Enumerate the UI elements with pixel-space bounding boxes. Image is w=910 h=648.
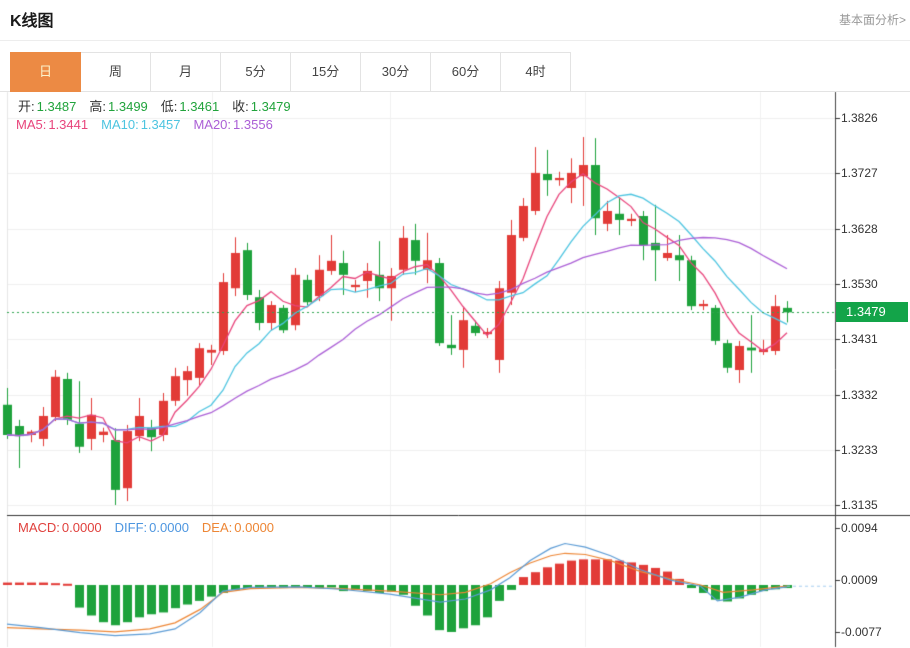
ohlc-legend-item: 收:1.3479 xyxy=(232,96,290,115)
ohlc-legend: 开:1.3487 高:1.3499 低:1.3461 收:1.3479 xyxy=(18,96,304,115)
price-tick-label: 1.3727 xyxy=(841,165,878,181)
last-price-value: 1.3479 xyxy=(846,304,886,319)
last-price-badge: 1.3479 xyxy=(836,302,908,322)
price-tick-label: 1.3530 xyxy=(841,276,878,292)
tab-15分[interactable]: 15分 xyxy=(291,52,361,92)
price-tick-label: 1.3628 xyxy=(841,221,878,237)
macd-legend-item: MACD:0.0000 xyxy=(18,520,102,535)
ohlc-legend-item: 高:1.3499 xyxy=(89,96,147,115)
macd-legend-item: DIFF:0.0000 xyxy=(115,520,189,535)
macd-tick-label: 0.0094 xyxy=(841,520,878,536)
ohlc-legend-item: 低:1.3461 xyxy=(161,96,219,115)
ma-legend-item: MA5:1.3441 xyxy=(16,117,88,132)
ma-legend-item: MA10:1.3457 xyxy=(101,117,180,132)
kline-page: K线图 基本面分析> 日周月5分15分30分60分4时 开:1.3487 高:1.… xyxy=(0,0,910,648)
tab-周[interactable]: 周 xyxy=(81,52,151,92)
price-tick-label: 1.3233 xyxy=(841,442,878,458)
ma-legend: MA5:1.3441 MA10:1.3457 MA20:1.3556 xyxy=(16,117,286,132)
period-tabbar: 日周月5分15分30分60分4时 xyxy=(10,52,571,92)
price-tick-label: 1.3332 xyxy=(841,387,878,403)
macd-legend: MACD:0.0000 DIFF:0.0000 DEA:0.0000 xyxy=(18,520,287,535)
tab-5分[interactable]: 5分 xyxy=(221,52,291,92)
price-tick-label: 1.3826 xyxy=(841,110,878,126)
fundamental-analysis-link[interactable]: 基本面分析> xyxy=(839,11,906,28)
price-tick-label: 1.3135 xyxy=(841,497,878,513)
page-title: K线图 xyxy=(10,7,54,31)
macd-tick-label: 0.0009 xyxy=(841,572,878,588)
ohlc-legend-item: 开:1.3487 xyxy=(18,96,76,115)
header-divider xyxy=(0,40,910,41)
macd-legend-item: DEA:0.0000 xyxy=(202,520,274,535)
ma-legend-item: MA20:1.3556 xyxy=(193,117,272,132)
tab-30分[interactable]: 30分 xyxy=(361,52,431,92)
tab-日[interactable]: 日 xyxy=(10,52,81,92)
tab-月[interactable]: 月 xyxy=(151,52,221,92)
tab-4时[interactable]: 4时 xyxy=(501,52,571,92)
tab-60分[interactable]: 60分 xyxy=(431,52,501,92)
macd-tick-label: -0.0077 xyxy=(841,624,882,640)
price-tick-label: 1.3431 xyxy=(841,331,878,347)
